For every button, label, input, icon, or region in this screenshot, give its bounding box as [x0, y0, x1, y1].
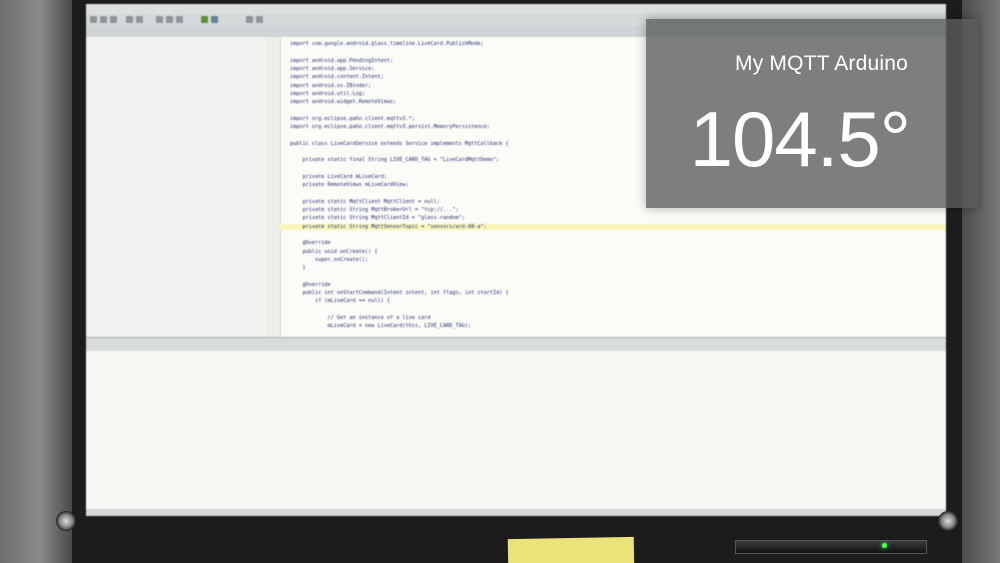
monitor-right-button	[938, 511, 958, 531]
code-line: public int onStartCommand(Intent intent,…	[290, 290, 509, 296]
code-line: import android.app.PendingIntent;	[290, 57, 394, 64]
sdk-manager-icon[interactable]	[246, 16, 253, 23]
ide-menu-bar[interactable]	[86, 4, 946, 14]
monitor-left-button	[56, 511, 76, 531]
glass-live-card: My MQTT Arduino 104.5°	[646, 19, 978, 208]
code-line: import org.eclipse.paho.client.mqttv3.*;	[290, 115, 415, 122]
sync-icon[interactable]	[110, 16, 117, 23]
ide-status-bar	[86, 509, 946, 516]
code-line: import android.widget.RemoteViews;	[290, 99, 397, 106]
project-tree-panel	[86, 37, 267, 337]
code-line: public class LiveCardService extends Ser…	[290, 140, 509, 147]
logcat-toolbar	[86, 337, 946, 352]
save-icon[interactable]	[100, 16, 107, 23]
editor-gutter	[266, 37, 281, 337]
code-line: @Override	[290, 281, 331, 288]
open-icon[interactable]	[90, 16, 97, 23]
code-line: super.onCreate();	[290, 256, 369, 263]
code-line: private static String MqttBrokerUrl = "t…	[290, 207, 459, 213]
sticky-note	[507, 536, 635, 563]
cut-icon[interactable]	[156, 16, 163, 23]
temperature-reading: 104.5°	[689, 95, 911, 183]
code-line: import org.eclipse.paho.client.mqttv3.pe…	[290, 124, 490, 130]
code-line: public void onCreate() {	[290, 248, 378, 255]
code-line: import android.app.Service;	[290, 65, 375, 72]
power-led-icon	[882, 543, 887, 548]
copy-icon[interactable]	[166, 16, 173, 23]
logcat-output[interactable]	[86, 351, 946, 509]
code-line: import android.os.IBinder;	[290, 82, 372, 89]
code-line: private static String MqttClientId = "gl…	[290, 215, 465, 222]
code-line: private static MqttClient MqttClient = n…	[290, 198, 440, 205]
code-line: private RemoteViews mLiveCardView;	[290, 182, 409, 189]
redo-icon[interactable]	[136, 16, 143, 23]
code-line: @Override	[290, 240, 331, 247]
avd-manager-icon[interactable]	[256, 16, 263, 23]
code-line: import android.content.Intent;	[290, 74, 384, 81]
photo-scene: import com.google.android.glass.timeline…	[0, 0, 1000, 563]
code-line: }	[290, 265, 306, 272]
paste-icon[interactable]	[176, 16, 183, 23]
debug-icon[interactable]	[211, 16, 218, 23]
code-line: private static String MqttSensorTopic = …	[280, 223, 946, 230]
undo-icon[interactable]	[126, 16, 133, 23]
code-line: mLiveCard = new LiveCard(this, LIVE_CARD…	[290, 323, 472, 330]
code-line: private LiveCard mLiveCard;	[290, 173, 387, 180]
code-line: private static final String LIVE_CARD_TA…	[290, 157, 500, 164]
code-line: import com.google.android.glass.timeline…	[290, 41, 484, 47]
card-title: My MQTT Arduino	[735, 52, 908, 75]
code-line: if (mLiveCard == null) {	[290, 298, 390, 305]
code-line: import android.util.Log;	[290, 90, 365, 97]
code-line: // Get an instance of a live card	[290, 314, 431, 321]
monitor-control-panel	[735, 540, 927, 554]
run-icon[interactable]	[201, 16, 208, 23]
